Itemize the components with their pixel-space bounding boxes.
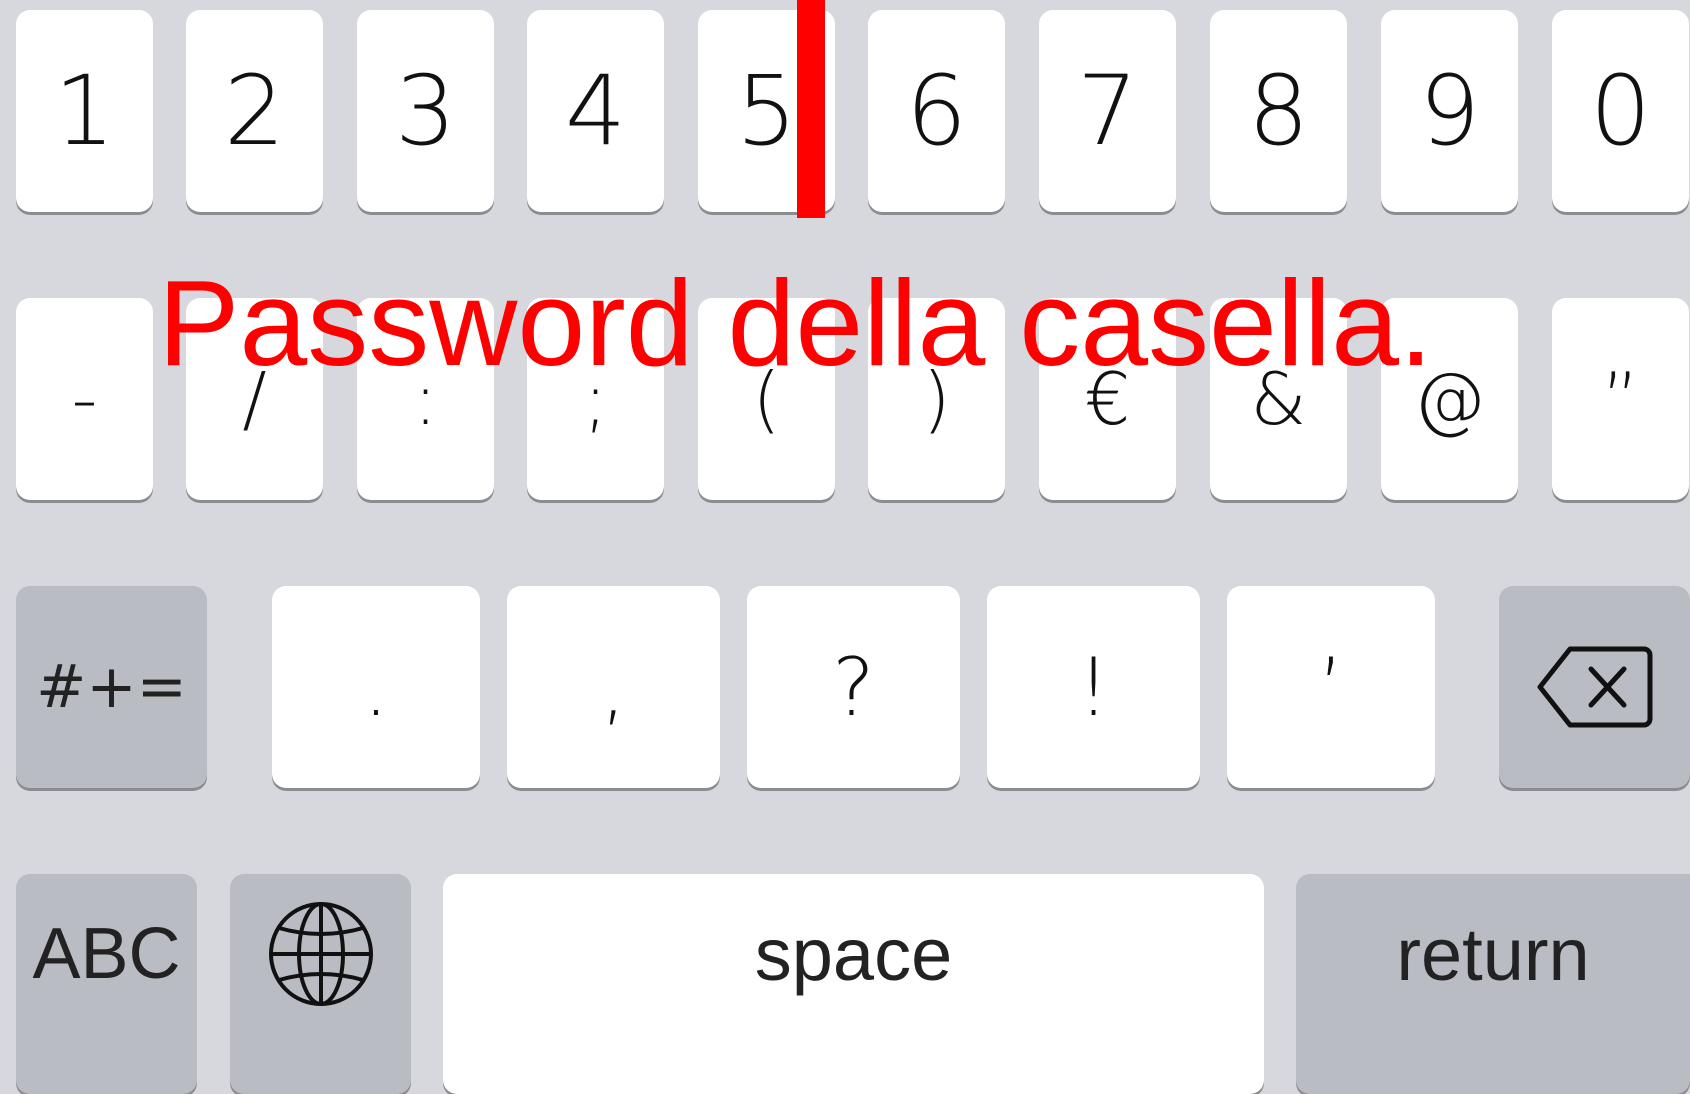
key-open-paren[interactable]: ( bbox=[698, 298, 835, 500]
key-slash[interactable]: / bbox=[186, 298, 323, 500]
key-euro[interactable]: € bbox=[1039, 298, 1176, 500]
backspace-icon bbox=[1536, 645, 1654, 729]
key-7[interactable]: 7 bbox=[1039, 10, 1176, 212]
globe-icon bbox=[267, 900, 375, 1008]
key-quote[interactable]: ” bbox=[1552, 298, 1689, 500]
abc-key[interactable]: ABC bbox=[16, 874, 197, 1094]
return-key[interactable]: return bbox=[1296, 874, 1690, 1094]
red-marker-line bbox=[797, 0, 825, 218]
key-colon[interactable]: : bbox=[357, 298, 494, 500]
space-label: space bbox=[754, 912, 953, 996]
key-period[interactable]: . bbox=[272, 586, 480, 788]
key-9[interactable]: 9 bbox=[1381, 10, 1518, 212]
more-symbols-key[interactable]: #+= bbox=[16, 586, 207, 788]
key-1[interactable]: 1 bbox=[16, 10, 153, 212]
key-ampersand[interactable]: & bbox=[1210, 298, 1347, 500]
key-0[interactable]: 0 bbox=[1552, 10, 1689, 212]
globe-key[interactable] bbox=[230, 874, 411, 1094]
keyboard: 1 2 3 4 5 6 7 8 9 0 - / : ; ( ) € & @ ” … bbox=[0, 0, 1690, 1094]
key-4[interactable]: 4 bbox=[527, 10, 664, 212]
return-label: return bbox=[1396, 912, 1590, 996]
key-apostrophe[interactable]: ’ bbox=[1227, 586, 1435, 788]
key-semicolon[interactable]: ; bbox=[527, 298, 664, 500]
more-symbols-label: #+= bbox=[36, 652, 187, 722]
key-close-paren[interactable]: ) bbox=[868, 298, 1005, 500]
key-6[interactable]: 6 bbox=[868, 10, 1005, 212]
key-comma[interactable]: , bbox=[507, 586, 720, 788]
key-2[interactable]: 2 bbox=[186, 10, 323, 212]
key-hyphen[interactable]: - bbox=[16, 298, 153, 500]
key-exclamation[interactable]: ! bbox=[987, 586, 1200, 788]
key-question[interactable]: ? bbox=[747, 586, 960, 788]
space-key[interactable]: space bbox=[443, 874, 1264, 1094]
key-at[interactable]: @ bbox=[1381, 298, 1518, 500]
key-3[interactable]: 3 bbox=[357, 10, 494, 212]
key-8[interactable]: 8 bbox=[1210, 10, 1347, 212]
delete-key[interactable] bbox=[1499, 586, 1690, 788]
abc-label: ABC bbox=[32, 914, 181, 994]
